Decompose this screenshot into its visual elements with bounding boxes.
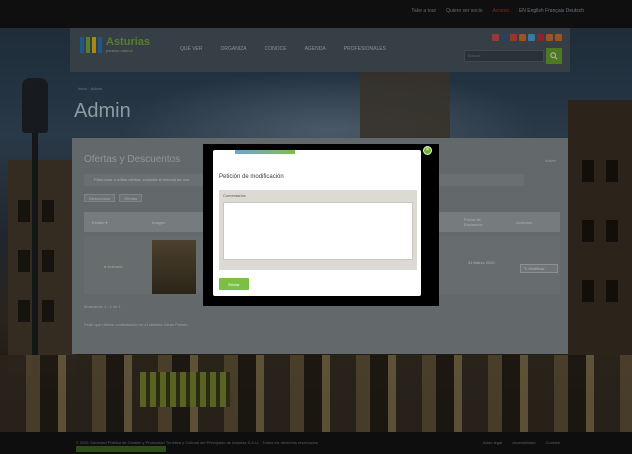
modal-title: Petición de modificación <box>219 174 284 180</box>
submit-button[interactable]: Enviar <box>219 278 249 290</box>
comments-textarea[interactable] <box>223 202 413 260</box>
comments-fieldset: Comentarios <box>219 190 417 270</box>
modal-accent-bar <box>235 150 295 154</box>
modification-request-modal: Petición de modificación Comentarios Env… <box>213 150 421 296</box>
modal-frame: Petición de modificación Comentarios Env… <box>203 144 439 306</box>
close-icon[interactable]: × <box>423 146 432 155</box>
page: Take a tour Quiero ser socio Acceso EN E… <box>0 0 632 454</box>
comments-label: Comentarios <box>223 193 246 198</box>
